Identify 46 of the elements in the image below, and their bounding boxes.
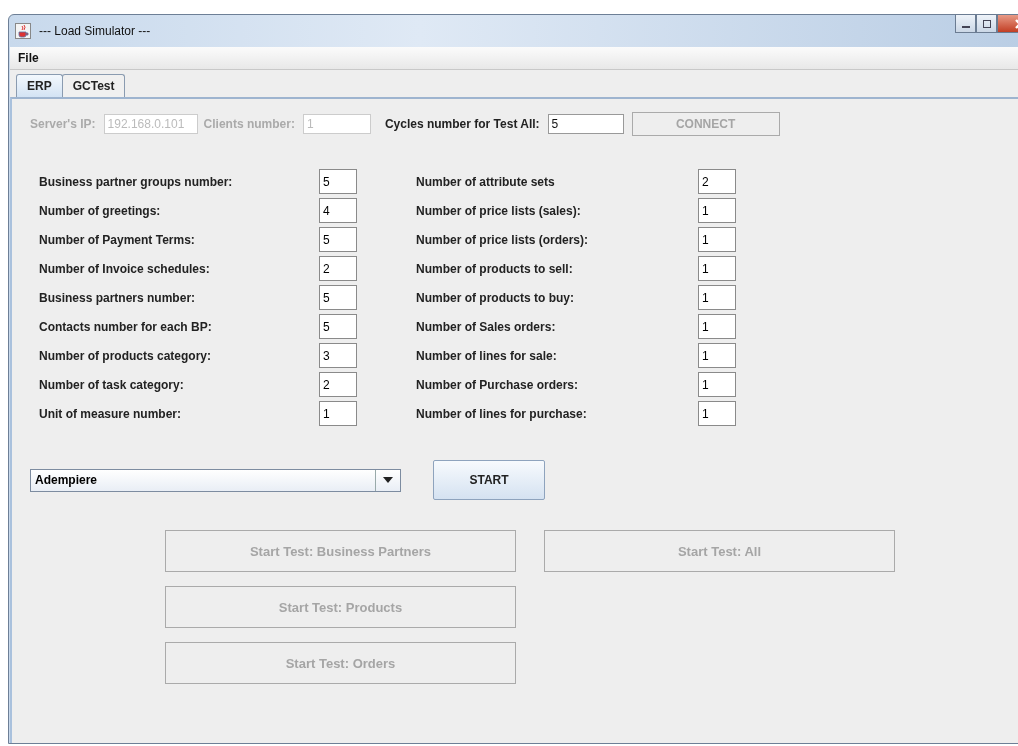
start-button[interactable]: START	[433, 460, 545, 500]
input-field[interactable]: 1	[698, 285, 736, 310]
tab[interactable]: ERP	[16, 74, 63, 97]
field-label: Number of Purchase orders:	[416, 377, 580, 392]
field-label: Clients number:	[203, 117, 295, 131]
field-label: Business partners number:	[39, 290, 197, 305]
input-field[interactable]: 5	[319, 169, 357, 194]
field-label: Unit of measure number:	[39, 406, 183, 421]
input-field[interactable]: 3	[319, 343, 357, 368]
field-label: Number of products to buy:	[416, 290, 575, 305]
input-field[interactable]: 1	[698, 256, 736, 281]
field-label: Number of Sales orders:	[416, 319, 557, 334]
input-field[interactable]: 1	[698, 314, 736, 339]
input-field[interactable]: 4	[319, 198, 357, 223]
input-field[interactable]: 2	[319, 256, 357, 281]
field-label: Number of Payment Terms:	[39, 232, 196, 247]
field-label: Server's IP:	[30, 117, 96, 131]
field-label: Number of products to sell:	[416, 261, 574, 276]
input-field[interactable]: 2	[698, 169, 736, 194]
field-label: Number of price lists (sales):	[416, 203, 582, 218]
tab[interactable]: GCTest	[61, 74, 126, 97]
input-field[interactable]: 1	[698, 401, 736, 426]
input-field[interactable]: 2	[319, 372, 357, 397]
field-label: Number of task category:	[39, 377, 185, 392]
input-field[interactable]: 1	[698, 227, 736, 252]
input-field[interactable]: 5	[319, 314, 357, 339]
field-label: Number of products category:	[39, 348, 213, 363]
field-label: Number of lines for purchase:	[416, 406, 588, 421]
window-title: --- Load Simulator ---	[39, 24, 151, 38]
input-field[interactable]: 5	[547, 114, 624, 134]
system-dropdown[interactable]: Adempiere	[30, 468, 401, 492]
input-field[interactable]: 5	[319, 227, 357, 252]
input-field[interactable]: 5	[319, 285, 357, 310]
input-field[interactable]: 1	[698, 198, 736, 223]
field-label: Number of greetings:	[39, 203, 162, 218]
field-label: Number of price lists (orders):	[416, 232, 590, 247]
field-label: Number of attribute sets	[416, 174, 556, 189]
field-label: Number of lines for sale:	[416, 348, 558, 363]
input-field[interactable]: 1	[698, 372, 736, 397]
input-field[interactable]: 1	[319, 401, 357, 426]
field-label: Contacts number for each BP:	[39, 319, 213, 334]
input-field[interactable]: 1	[698, 343, 736, 368]
field-label: Cycles number for Test All:	[384, 117, 540, 131]
field-label: Number of Invoice schedules:	[39, 261, 211, 276]
menu-item[interactable]: File	[14, 51, 43, 65]
field-label: Business partner groups number:	[39, 174, 234, 189]
